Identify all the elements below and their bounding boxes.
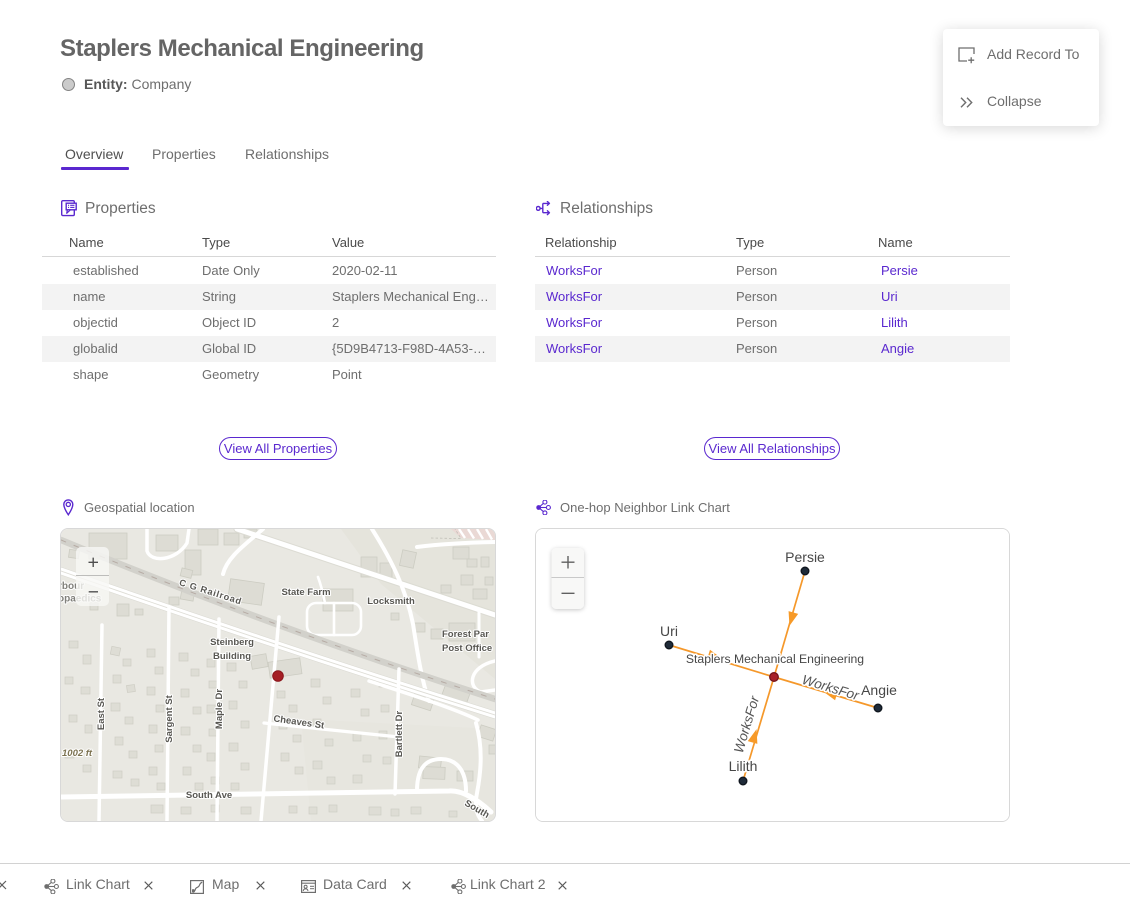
svg-text:Building: Building: [213, 651, 251, 662]
svg-text:State Farm: State Farm: [281, 587, 330, 598]
svg-text:Maple Dr: Maple Dr: [214, 689, 225, 729]
svg-text:1002 ft: 1002 ft: [62, 748, 93, 759]
svg-text:Forest Par: Forest Par: [442, 629, 489, 640]
svg-text:South Ave: South Ave: [186, 790, 232, 801]
svg-text:Steinberg: Steinberg: [210, 637, 254, 648]
svg-text:Locksmith: Locksmith: [367, 596, 415, 607]
svg-text:Angie: Angie: [861, 682, 897, 698]
svg-text:East St: East St: [96, 697, 107, 730]
svg-text:Persie: Persie: [785, 549, 825, 565]
svg-text:Lilith: Lilith: [729, 758, 758, 774]
svg-text:Sargent St: Sargent St: [164, 694, 175, 742]
svg-text:Post Office: Post Office: [442, 643, 492, 654]
svg-text:Uri: Uri: [660, 623, 678, 639]
svg-text:Bartlett Dr: Bartlett Dr: [394, 710, 405, 757]
svg-text:Staplers Mechanical Engineerin: Staplers Mechanical Engineering: [686, 652, 864, 666]
